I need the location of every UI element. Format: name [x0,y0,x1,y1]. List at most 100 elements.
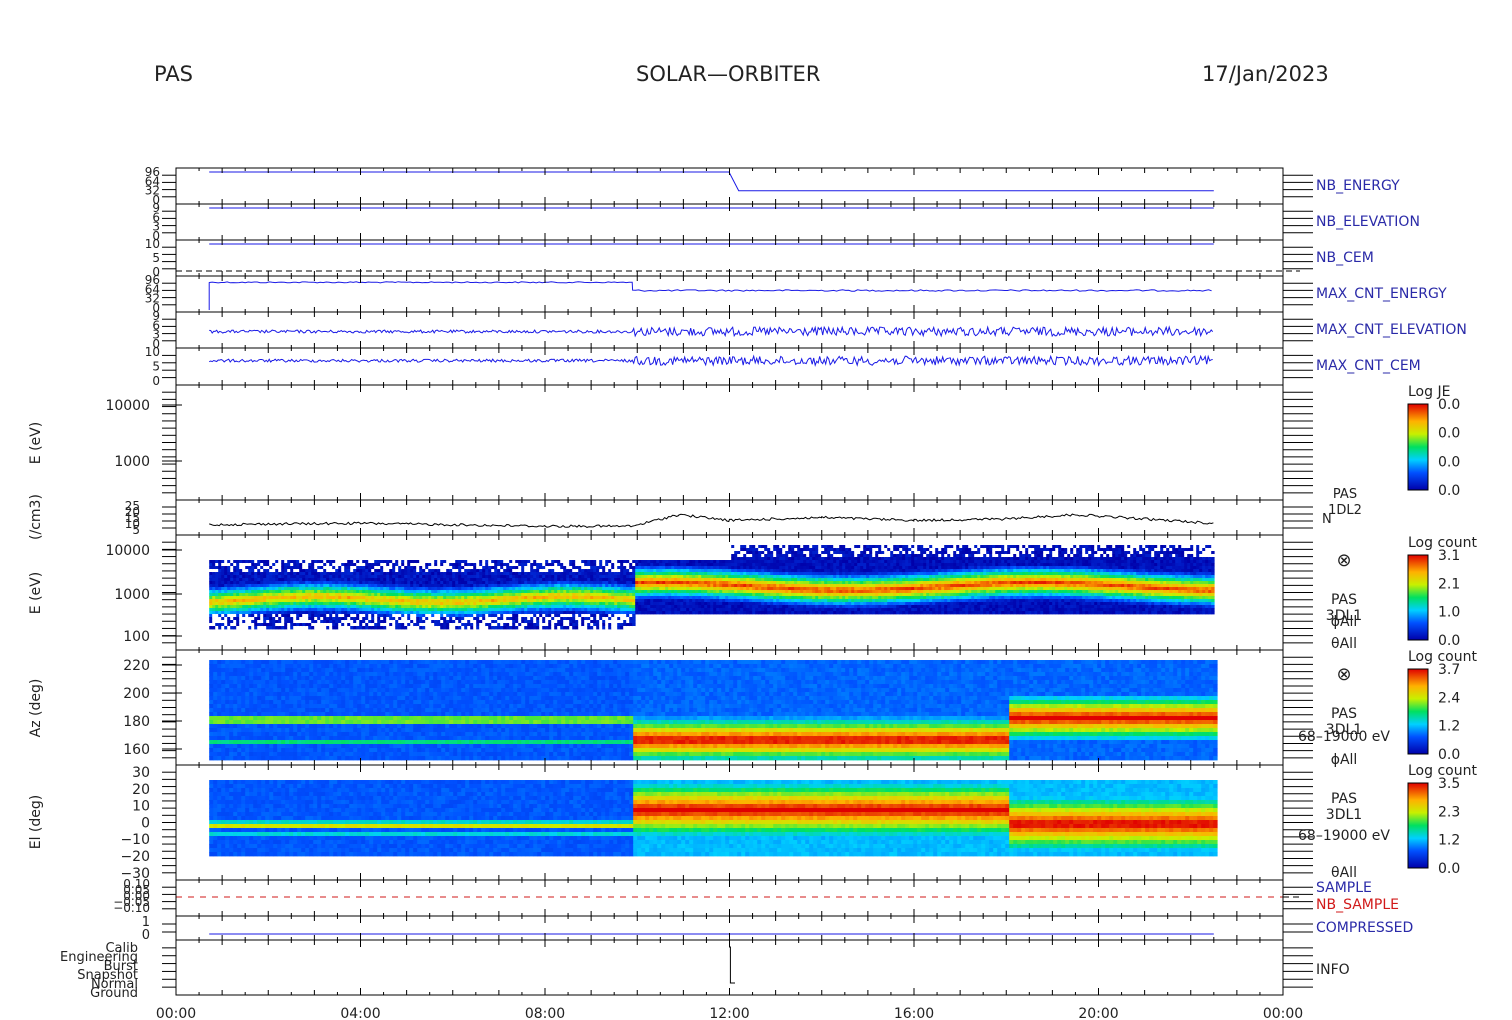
heat-cell [212,596,216,600]
heat-cell [737,548,741,552]
heat-cell [611,599,615,603]
heat-cell [602,593,606,597]
heat-cell [770,611,774,615]
heat-cell [701,566,705,570]
heat-cell [722,587,726,591]
heat-cell [380,599,384,603]
heat-cell [602,578,606,582]
heat-cell [335,569,339,573]
heat-cell [344,593,348,597]
heat-cell [650,578,654,582]
heat-cell [542,602,546,606]
heat-cell [797,548,801,552]
heat-cell [548,617,552,621]
heat-cell [776,611,780,615]
heat-cell [467,572,471,576]
heat-cell [221,617,225,621]
heat-cell [848,566,852,570]
heat-cell [680,605,684,609]
heat-cell [641,587,645,591]
heat-cell [344,584,348,588]
heat-cell [596,611,600,615]
heat-cell [338,563,342,567]
heat-cell [446,596,450,600]
heat-cell [686,590,690,594]
heat-cell [221,593,225,597]
heat-cell [821,563,825,567]
heat-cell [632,581,636,585]
heat-cell [392,623,396,627]
heat-cell [449,608,453,612]
heat-cell [785,593,789,597]
heat-cell [494,560,498,564]
heat-cell [875,587,879,591]
heat-cell [464,599,468,603]
heat-cell [209,578,213,582]
heat-cell [530,578,534,582]
heat-cell [542,617,546,621]
heat-cell [506,563,510,567]
heat-cell [446,581,450,585]
heat-cell [338,611,342,615]
heat-cell [587,599,591,603]
heat-cell [497,599,501,603]
summary-plot: 9664320NB_ENERGY9630NB_ELEVATION1050NB_C… [28,165,1477,1020]
heat-cell [641,578,645,582]
heat-cell [545,581,549,585]
heat-cell [320,605,324,609]
heat-cell [581,584,585,588]
heat-cell [545,608,549,612]
heat-cell [416,617,420,621]
heat-cell [476,572,480,576]
heat-cell [839,578,843,582]
heat-cell [317,572,321,576]
heat-cell [560,593,564,597]
heat-cell [332,593,336,597]
heat-cell [293,599,297,603]
heat-cell [338,599,342,603]
heat-cell [674,566,678,570]
heat-cell [500,599,504,603]
heat-cell [407,563,411,567]
heat-cell [554,596,558,600]
heat-cell [764,602,768,606]
heat-cell [860,569,864,573]
heat-cell [221,584,225,588]
heat-cell [299,623,303,627]
heat-cell [728,587,732,591]
heat-cell [821,590,825,594]
heat-cell [416,608,420,612]
heat-cell [662,608,666,612]
heat-cell [482,605,486,609]
heat-cell [287,596,291,600]
heat-cell [380,605,384,609]
heat-cell [230,596,234,600]
heat-cell [761,599,765,603]
heat-cell [302,563,306,567]
heat-cell [854,605,858,609]
heat-cell [395,569,399,573]
heat-cell [341,605,345,609]
heat-cell [443,602,447,606]
heat-cell [785,545,789,549]
heat-cell [749,593,753,597]
heat-cell [479,605,483,609]
heat-cell [512,566,516,570]
heat-cell [584,611,588,615]
heat-cell [545,572,549,576]
heat-cell [827,566,831,570]
heat-cell [290,611,294,615]
heat-cell [620,617,624,621]
heat-cell [560,575,564,579]
heat-cell [599,620,603,624]
heat-cell [290,623,294,627]
heat-cell [752,572,756,576]
heat-cell [302,560,306,564]
heat-cell [359,614,363,618]
heat-cell [872,569,876,573]
heat-cell [740,611,744,615]
heat-cell [365,578,369,582]
heat-cell [734,566,738,570]
heat-cell [617,587,621,591]
heat-cell [776,554,780,558]
